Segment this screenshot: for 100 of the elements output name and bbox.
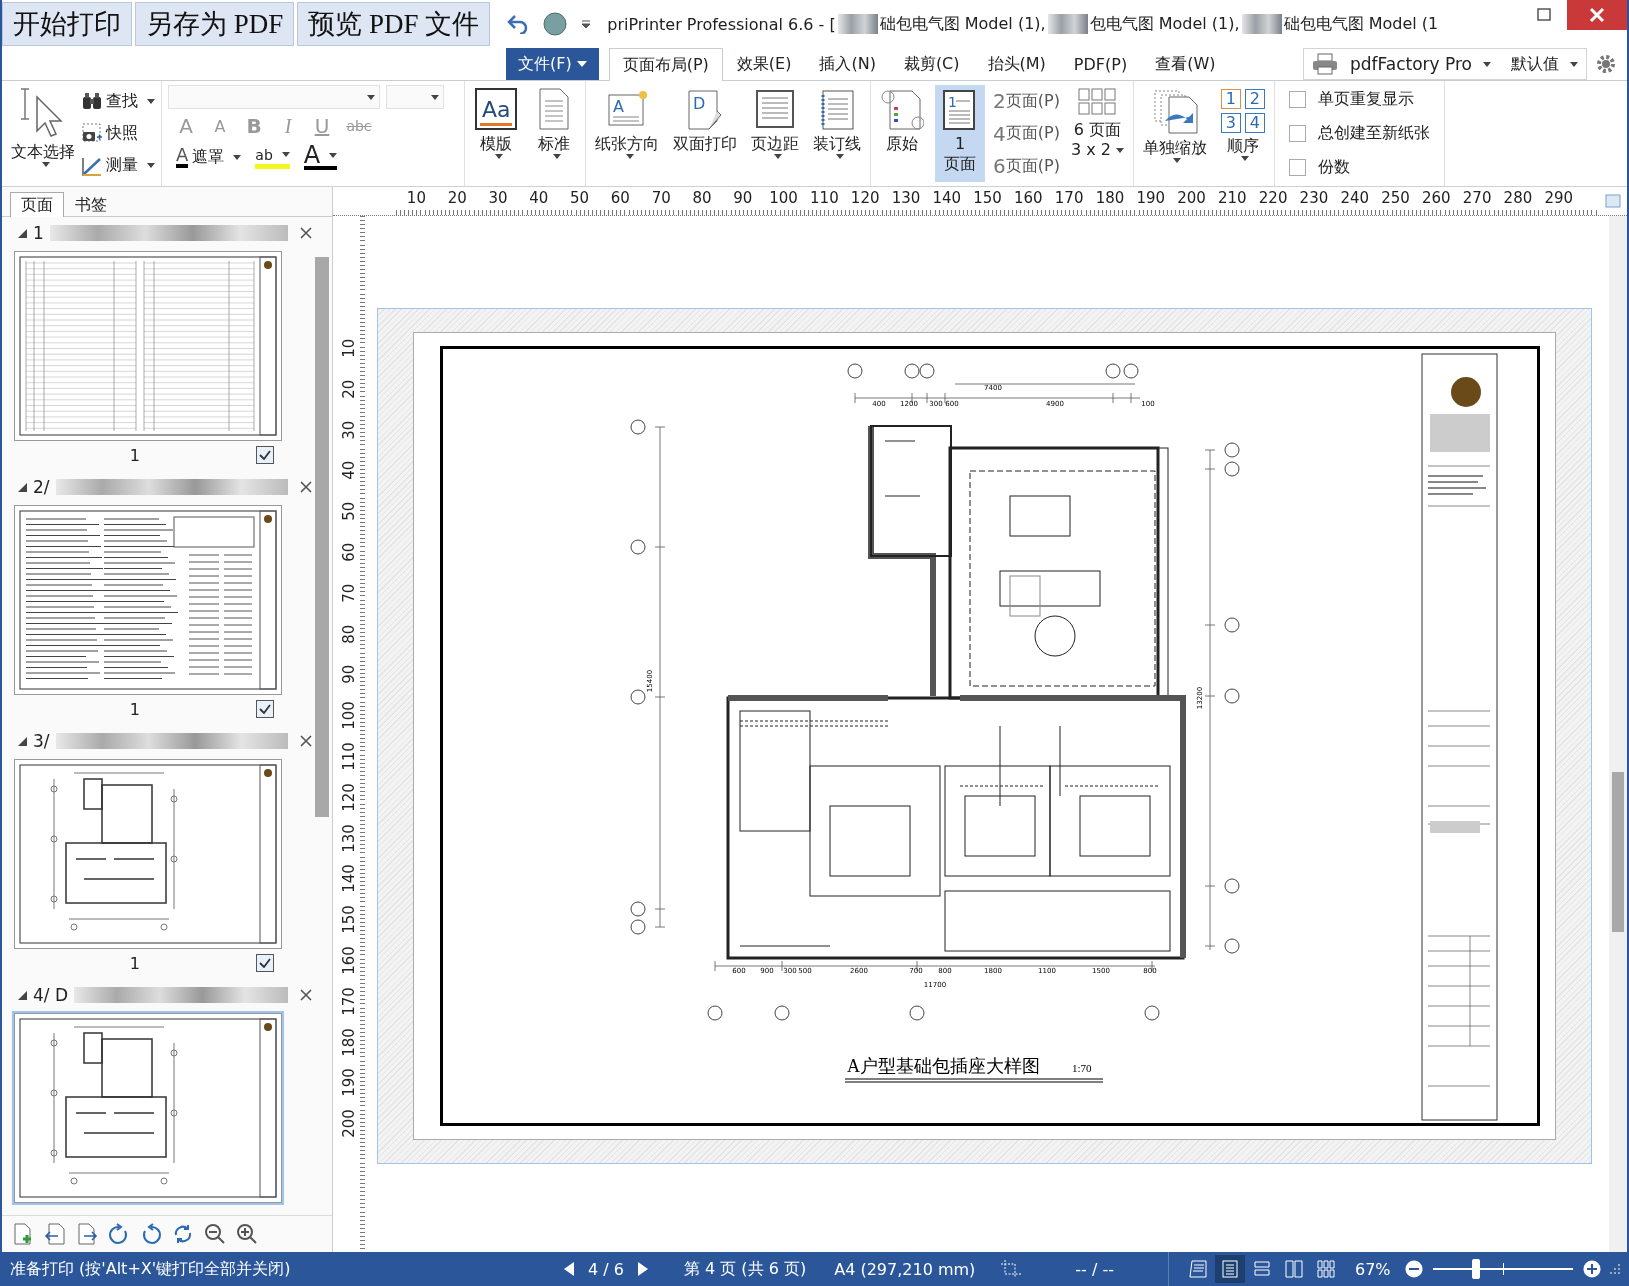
checkbox[interactable] bbox=[1288, 91, 1306, 109]
scroll-thumb[interactable] bbox=[1612, 772, 1624, 932]
ruler-label: 110 bbox=[339, 741, 359, 773]
collapse-icon[interactable] bbox=[18, 482, 27, 492]
collapse-icon[interactable] bbox=[18, 736, 27, 746]
ruler-label: 150 bbox=[972, 188, 1003, 209]
duplex-button[interactable]: D 双面打印 bbox=[670, 85, 740, 182]
checkbox-label: 单页重复显示 bbox=[1317, 89, 1414, 111]
close-icon[interactable] bbox=[300, 227, 312, 239]
status-message: 准备打印 (按'Alt+X'键打印全部并关闭) bbox=[9, 1258, 292, 1280]
undo-icon[interactable] bbox=[507, 14, 530, 34]
ruler-label: 40 bbox=[528, 188, 550, 209]
resize-grip-icon[interactable] bbox=[1609, 1263, 1621, 1275]
checkmark-icon bbox=[259, 958, 271, 968]
ruler-label: 20 bbox=[446, 188, 468, 209]
customize-icon[interactable] bbox=[581, 20, 592, 28]
text-select-button[interactable]: 文本选择 bbox=[8, 85, 78, 182]
ruler-label: 230 bbox=[1298, 188, 1330, 209]
ruler-label: 130 bbox=[339, 822, 359, 855]
ribbon-tab[interactable]: 效果(E) bbox=[722, 48, 806, 80]
previous-icon[interactable] bbox=[564, 1262, 574, 1276]
ruler-label: 200 bbox=[339, 1108, 359, 1140]
redacted-block bbox=[1047, 14, 1088, 34]
order-button[interactable]: 1 2 3 4 顺序 bbox=[1217, 85, 1268, 182]
standard-button[interactable]: 标准 bbox=[529, 85, 579, 182]
close-icon[interactable] bbox=[300, 481, 312, 493]
previous-page-icon[interactable] bbox=[44, 1223, 66, 1245]
snapshot-button[interactable]: 快照 bbox=[82, 119, 155, 148]
checkbox[interactable] bbox=[1288, 125, 1306, 142]
file-menu-button[interactable]: 文件(F) bbox=[506, 48, 599, 80]
page-info: 第 4 页 (共 6 页) bbox=[683, 1258, 807, 1280]
zoom-out-icon[interactable] bbox=[1404, 1260, 1423, 1278]
sidebar-tab[interactable]: 书签 bbox=[64, 192, 118, 216]
circle-icon[interactable] bbox=[543, 12, 568, 36]
pages-per-sheet-button[interactable]: 2页面(P) bbox=[993, 87, 1060, 115]
pages-per-sheet-button[interactable]: 4页面(P) bbox=[993, 119, 1060, 148]
scrollbar[interactable] bbox=[1609, 216, 1627, 1252]
quick-button[interactable]: 预览 PDF 文件 bbox=[297, 2, 491, 46]
measure-button[interactable]: 测量 bbox=[82, 151, 155, 180]
refresh-icon[interactable] bbox=[172, 1223, 194, 1245]
find-button[interactable]: 查找 bbox=[82, 87, 155, 116]
scroll-thumb[interactable] bbox=[315, 257, 329, 817]
quick-button[interactable]: 开始打印 bbox=[2, 2, 132, 46]
page-name: 3/ bbox=[33, 731, 50, 751]
pages-per-sheet-button[interactable]: 6页面(P) bbox=[993, 152, 1060, 180]
ribbon-tab[interactable]: 插入(N) bbox=[805, 48, 890, 80]
settings-icon[interactable] bbox=[1595, 53, 1617, 75]
ribbon-tab[interactable]: 查看(W) bbox=[1141, 48, 1230, 80]
crop-icon[interactable] bbox=[1001, 1260, 1022, 1278]
quick-button[interactable]: 另存为 PDF bbox=[135, 2, 295, 46]
original-button[interactable]: 原始 bbox=[877, 85, 927, 182]
zoom-in-icon[interactable] bbox=[1582, 1260, 1601, 1278]
orientation-button[interactable]: A 纸张方向 bbox=[592, 85, 662, 182]
rotate-left-icon[interactable] bbox=[140, 1223, 162, 1245]
ribbon-tab[interactable]: PDF(P) bbox=[1059, 48, 1142, 80]
close-icon[interactable] bbox=[300, 989, 312, 1001]
caret-icon bbox=[281, 152, 290, 157]
zoom-level: 67% bbox=[1355, 1259, 1391, 1279]
printer-selector[interactable]: pdfFactory Pro 默认值 bbox=[1302, 48, 1587, 80]
ribbon-tab[interactable]: 抬头(M) bbox=[973, 48, 1060, 80]
zoom-in-icon[interactable] bbox=[236, 1223, 258, 1245]
page-number: 1 bbox=[129, 953, 140, 973]
grid-layout-button[interactable]: 6 页面 3 x 2 bbox=[1067, 85, 1127, 182]
template-button[interactable]: Aa 模版 bbox=[471, 85, 521, 182]
checkbox[interactable] bbox=[256, 954, 274, 972]
margins-button[interactable]: 页边距 bbox=[748, 85, 802, 182]
next-icon[interactable] bbox=[637, 1262, 648, 1276]
size-field[interactable] bbox=[386, 85, 444, 109]
onepage-button[interactable]: 1 1 页面 bbox=[935, 85, 985, 182]
collapse-icon[interactable] bbox=[18, 228, 27, 238]
slider-thumb[interactable] bbox=[1471, 1259, 1480, 1279]
ribbon-tab[interactable]: 页面布局(P) bbox=[608, 48, 723, 81]
checkbox[interactable] bbox=[256, 700, 274, 718]
close-icon[interactable] bbox=[1567, 0, 1627, 30]
checkbox[interactable] bbox=[256, 446, 274, 464]
next-page-icon[interactable] bbox=[76, 1223, 98, 1245]
view-mode-button[interactable] bbox=[1215, 1255, 1245, 1283]
rotate-right-icon[interactable] bbox=[108, 1223, 130, 1245]
zoom-slider[interactable] bbox=[1432, 1258, 1573, 1280]
ruler-toggle-icon[interactable] bbox=[1605, 194, 1621, 208]
ruler-label: 220 bbox=[1257, 188, 1289, 209]
zoom-out-icon[interactable] bbox=[204, 1223, 226, 1245]
close-icon[interactable] bbox=[300, 735, 312, 747]
font-field[interactable] bbox=[168, 85, 380, 109]
binding-button[interactable]: 装订线 bbox=[810, 85, 864, 182]
mask-button[interactable]: A 遮罩 bbox=[176, 143, 242, 171]
scale-button[interactable]: 单独缩放 bbox=[1139, 85, 1210, 182]
ruler-label: 60 bbox=[609, 188, 631, 209]
grid-view-icon bbox=[1316, 1259, 1336, 1279]
checkbox[interactable] bbox=[1288, 158, 1306, 176]
ribbon-tab[interactable]: 裁剪(C) bbox=[889, 48, 974, 80]
ruler-label: 120 bbox=[339, 781, 359, 814]
page-name: 2/ bbox=[33, 477, 50, 497]
sidebar-tab[interactable]: 页面 bbox=[10, 192, 64, 217]
collapse-icon[interactable] bbox=[18, 990, 27, 1000]
add-page-icon[interactable] bbox=[12, 1223, 34, 1245]
highlight-button[interactable]: ab bbox=[255, 145, 290, 169]
ruler-label: 160 bbox=[339, 945, 359, 977]
ruler-label: 280 bbox=[1502, 188, 1534, 209]
font-color-button[interactable]: A bbox=[303, 144, 338, 170]
